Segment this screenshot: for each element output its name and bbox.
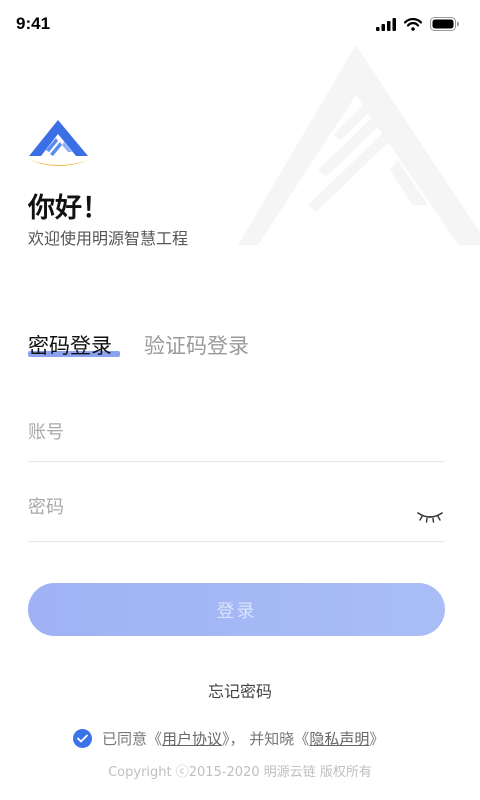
copyright-text: Copyright ⓒ2015-2020 明源云链 版权所有 — [108, 765, 372, 780]
tab-label: 密码登录 — [28, 334, 112, 358]
agreement-middle: 》， 并知晓《 — [222, 729, 310, 748]
agreement-prefix: 已同意《 — [102, 729, 163, 748]
user-agreement-link[interactable]: 用户协议 — [162, 728, 222, 749]
greeting-title: 你好！ — [28, 193, 109, 224]
agreement-checkbox[interactable] — [73, 728, 92, 748]
app-logo — [29, 120, 88, 166]
account-field-row — [28, 422, 445, 462]
signal-icon — [376, 17, 396, 31]
tab-label: 验证码登录 — [144, 334, 249, 358]
status-time: 9:41 — [16, 14, 51, 33]
battery-icon — [430, 17, 459, 31]
checkmark-icon — [77, 734, 88, 742]
eye-closed-icon[interactable] — [417, 509, 443, 523]
forgot-password-link[interactable]: 忘记密码 — [0, 678, 480, 702]
tab-password-login[interactable]: 密码登录 — [28, 330, 120, 360]
privacy-statement-link[interactable]: 隐私声明 — [309, 728, 369, 749]
wifi-icon — [404, 17, 422, 31]
status-icons — [376, 16, 460, 32]
password-input[interactable] — [28, 497, 408, 518]
welcome-subtitle: 欢迎使用明源智慧工程 — [28, 229, 189, 248]
agreement-row: 已同意《 用户协议 》， 并知晓《 隐私声明 》 — [73, 727, 384, 749]
watermark-logo — [238, 45, 480, 245]
login-button[interactable]: 登录 — [28, 583, 445, 636]
password-field-row — [28, 497, 445, 542]
account-input[interactable] — [28, 422, 408, 443]
tab-code-login[interactable]: 验证码登录 — [144, 330, 249, 360]
agreement-suffix: 》 — [369, 729, 385, 748]
